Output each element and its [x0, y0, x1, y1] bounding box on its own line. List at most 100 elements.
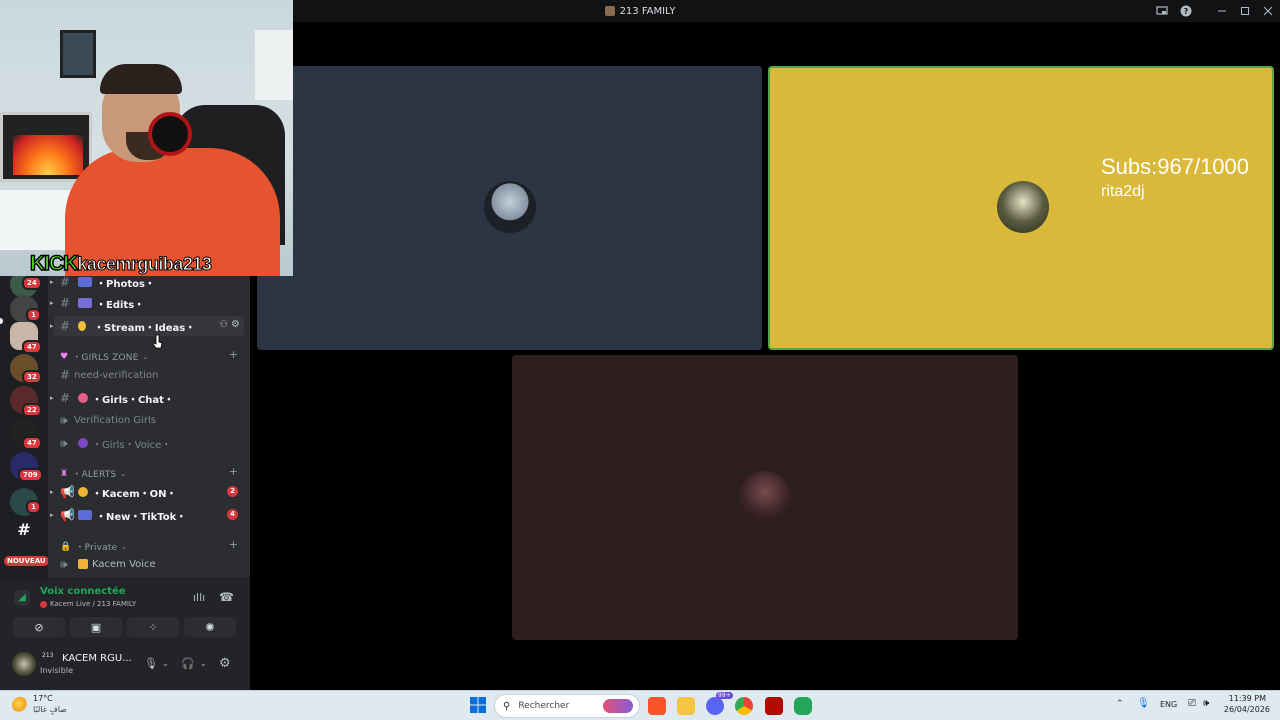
language-indicator[interactable]: ENG	[1160, 700, 1177, 709]
voice-location-text: Kacem Live / 213 FAMILY	[50, 600, 137, 608]
discord-icon[interactable]	[706, 697, 724, 715]
channel-label: ・Girls・Voice・	[92, 439, 172, 451]
jersey	[255, 30, 293, 100]
maximize-icon[interactable]	[1233, 0, 1257, 22]
help-icon[interactable]: ?	[1174, 0, 1198, 22]
acrobat-icon[interactable]	[765, 697, 783, 715]
activities-button[interactable]: ⁘	[127, 617, 179, 637]
headphones-icon[interactable]: 🎧	[181, 657, 195, 670]
soundboard-button[interactable]: ✺	[184, 617, 236, 637]
speaker-icon: 🕪	[60, 556, 68, 571]
app-icon[interactable]	[794, 697, 812, 715]
search-highlight-icon	[603, 699, 633, 713]
film-emoji-icon	[78, 298, 92, 308]
sound-wave-icon[interactable]: ıllı	[193, 591, 205, 604]
mention-badge: 2	[227, 486, 238, 497]
search-icon: ⚲	[503, 700, 511, 712]
server-icon	[604, 6, 615, 16]
participant-tile-1[interactable]	[257, 66, 762, 350]
microphone-icon[interactable]: 🎙	[1137, 698, 1150, 709]
taskbar: 17°C صافٍ غالبًا ⚲ Rechercher 99+ ⌃ 🎙 EN…	[0, 690, 1280, 720]
brave-icon[interactable]	[648, 697, 666, 715]
close-icon[interactable]	[1256, 0, 1280, 22]
participant-tile-3[interactable]	[512, 355, 1018, 640]
channel-label: ・Photos・	[96, 278, 155, 290]
file-explorer-icon[interactable]	[677, 697, 695, 715]
photo-emoji-icon	[78, 277, 92, 287]
channel-girls-chat[interactable]: ▸ # ・Girls・Chat・	[48, 388, 250, 408]
weather-icon[interactable]	[12, 697, 28, 713]
mouse-cursor-icon	[152, 334, 163, 349]
weather-temp[interactable]: 17°C	[33, 694, 53, 703]
channel-label: ・Girls・Chat・	[92, 394, 174, 406]
user-status: Invisible	[40, 666, 73, 675]
participant-avatar	[484, 181, 536, 233]
minimize-icon[interactable]	[1210, 0, 1234, 22]
flower-emoji-icon	[78, 393, 88, 403]
kick-handle: kacemrguiba213	[77, 254, 213, 275]
screen-share-button[interactable]: ▣	[70, 617, 122, 637]
add-channel-icon[interactable]: +	[229, 538, 238, 551]
channel-label: ・Edits・	[96, 299, 145, 311]
camera-off-icon: ⊘	[34, 620, 44, 634]
speaker-icon: 🕪	[60, 435, 68, 450]
unread-badge: 709	[18, 468, 43, 482]
chevron-down-icon[interactable]: ⌄	[162, 659, 169, 668]
participant-tile-2-speaking[interactable]: Subs:967/1000 rita2dj	[768, 66, 1274, 350]
add-channel-icon[interactable]: +	[229, 465, 238, 478]
search-placeholder: Rechercher	[518, 701, 570, 711]
crown-emoji-icon	[78, 559, 88, 569]
add-member-icon[interactable]: ⚇	[220, 320, 228, 330]
add-channel-icon[interactable]: +	[229, 348, 238, 361]
purple-emoji-icon	[78, 438, 88, 448]
screen-icon[interactable]	[1150, 0, 1174, 22]
unread-badge: 32	[22, 370, 42, 384]
clock-time[interactable]: 11:39 PM	[1226, 694, 1266, 703]
gear-icon[interactable]: ⚙	[219, 656, 231, 671]
chevron-down-icon[interactable]: ⌄	[200, 659, 207, 668]
clock-date[interactable]: 26/04/2026	[1222, 705, 1270, 714]
live-dot-icon	[40, 600, 47, 608]
taskbar-search[interactable]: ⚲ Rechercher	[494, 694, 640, 718]
channel-need-verification[interactable]: # need-verification	[48, 365, 250, 385]
channel-kacem-voice[interactable]: 🕪 Kacem Voice	[48, 554, 250, 574]
gear-icon[interactable]: ⚙	[231, 319, 240, 330]
unread-badge: 22	[22, 403, 42, 417]
channel-new-tiktok[interactable]: ▸ 📢 ・New・TikTok・ 4	[48, 505, 250, 525]
new-label-badge: NOUVEAU	[4, 556, 49, 566]
chrome-icon[interactable]	[735, 697, 753, 715]
user-name[interactable]: KACEM RGU...	[62, 653, 132, 664]
bulb-emoji-icon	[78, 321, 86, 331]
participant-avatar	[997, 181, 1049, 233]
channel-label: Verification Girls	[74, 414, 156, 426]
volume-icon[interactable]: 🕪	[1203, 698, 1209, 709]
activities-icon: ⁘	[148, 620, 158, 634]
discord-badge: 99+	[716, 692, 733, 699]
signal-icon[interactable]: ◢	[14, 590, 30, 606]
network-icon[interactable]: ⎚	[1188, 698, 1196, 709]
channel-label: ・Kacem・ON・	[92, 488, 177, 500]
camera-off-button[interactable]: ⊘	[13, 617, 65, 637]
megaphone-icon: 📢	[60, 485, 75, 499]
channel-girls-voice[interactable]: 🕪 ・Girls・Voice・	[48, 433, 250, 453]
channel-edits[interactable]: ▸ # ・Edits・	[48, 293, 250, 313]
user-avatar[interactable]	[12, 652, 36, 676]
disconnect-icon[interactable]: ☎	[219, 590, 234, 604]
microphone-icon[interactable]: 🎙	[144, 657, 158, 670]
user-avatar-tag: 213	[42, 652, 54, 659]
kick-overlay: KICK kacemrguiba213	[29, 252, 213, 275]
svg-text:?: ?	[1184, 7, 1189, 16]
channel-kacem-on[interactable]: ▸ 📢 ・Kacem・ON・ 2	[48, 482, 250, 502]
channel-verification-girls[interactable]: 🕪 Verification Girls	[48, 410, 250, 430]
tray-chevron-icon[interactable]: ⌃	[1116, 699, 1124, 709]
soundboard-icon: ✺	[205, 620, 215, 634]
bell-emoji-icon	[78, 487, 88, 497]
category-alerts[interactable]: ♜ ・ALERTS ⌄	[60, 467, 126, 481]
server-icon-hashtag[interactable]: #	[10, 516, 38, 544]
channel-stream-ideas[interactable]: ▸ # ・Stream・Ideas・ ⚇ ⚙	[50, 316, 244, 336]
overlay-username-text: rita2dj	[1101, 183, 1145, 200]
category-private[interactable]: 🔒 ・Private ⌄	[60, 540, 127, 554]
voice-status[interactable]: Voix connectée	[40, 586, 126, 597]
category-girls-zone[interactable]: ♥ ・GIRLS ZONE ⌄	[60, 350, 149, 364]
windows-start-icon[interactable]	[470, 697, 486, 713]
